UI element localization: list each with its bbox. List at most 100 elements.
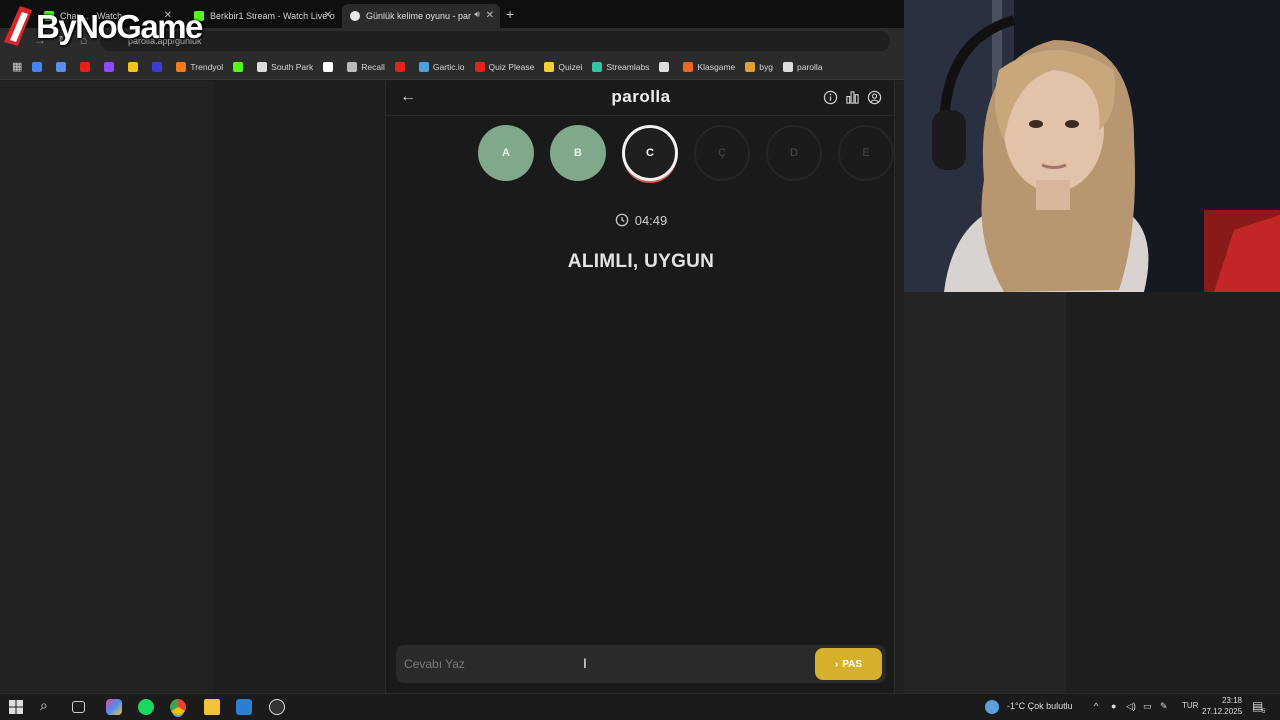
folder-icon — [128, 61, 139, 72]
letter-label: D — [790, 147, 798, 159]
apps-grid-icon[interactable]: ▦ — [8, 57, 26, 77]
twitch-icon — [104, 61, 115, 72]
bookmark-11[interactable] — [391, 57, 413, 77]
close-tab-icon[interactable]: ✕ — [486, 10, 494, 21]
search-icon[interactable]: ⌕ — [40, 697, 56, 713]
bookmark-8[interactable]: South Park — [253, 57, 317, 77]
streamer-webcam-image — [904, 0, 1280, 292]
file-explorer-icon[interactable] — [204, 699, 220, 715]
x-icon — [323, 61, 334, 72]
globe-icon — [659, 61, 670, 72]
network-icon[interactable]: ▭ — [1143, 701, 1152, 712]
bookmark-15[interactable]: Streamlabs — [588, 57, 653, 77]
bookmark-12[interactable]: Gartic.io — [415, 57, 469, 77]
logo-text: ByNoGame — [36, 8, 203, 45]
text-cursor-icon: I — [583, 655, 587, 671]
parolla-icon — [782, 61, 793, 72]
parolla-favicon-icon — [350, 11, 360, 21]
tab-title: Günlük kelime oyunu - par — [366, 11, 472, 21]
letter-label: E — [862, 147, 870, 159]
windows-start-icon[interactable] — [8, 699, 24, 715]
letter-label: A — [502, 147, 510, 159]
pass-button[interactable]: › PAS — [815, 648, 882, 680]
bookmark-18[interactable]: byg — [741, 57, 777, 77]
chevron-up-icon[interactable]: ^ — [1094, 701, 1098, 711]
bookmark-label: Recall — [361, 61, 385, 72]
letter-circle-correct: B — [550, 125, 606, 181]
pen-icon[interactable]: ✎ — [1160, 701, 1168, 712]
profile-icon[interactable] — [867, 90, 882, 105]
task-view-icon[interactable] — [72, 701, 85, 713]
bookmark-5[interactable] — [148, 57, 170, 77]
bookmark-1[interactable] — [52, 57, 74, 77]
bookmark-4[interactable] — [124, 57, 146, 77]
chevron-right-icon: › — [834, 658, 839, 670]
quizei-icon — [544, 61, 555, 72]
header-divider — [386, 115, 896, 116]
new-tab-button[interactable]: + — [506, 6, 514, 22]
google-icon — [32, 61, 43, 72]
bookmark-label: South Park — [271, 61, 314, 72]
clock-time[interactable]: 23:18 — [1206, 696, 1242, 705]
bookmark-label: Trendyol — [190, 61, 224, 72]
bookmark-6[interactable]: Trendyol — [172, 57, 227, 77]
obs-icon[interactable] — [269, 699, 285, 715]
speaker-icon[interactable]: ◁) — [1126, 701, 1136, 712]
clock-icon — [615, 213, 629, 227]
microphone-icon[interactable]: ● — [1111, 701, 1116, 711]
youtube-icon — [474, 61, 485, 72]
bookmark-label: Klasgame — [697, 61, 736, 72]
bookmark-3[interactable] — [100, 57, 122, 77]
close-tab-icon[interactable]: ✕ — [324, 10, 332, 21]
bookmark-19[interactable]: parolla — [779, 57, 827, 77]
tab-title: Berkbir1 Stream - Watch Live o — [210, 11, 335, 21]
right-empty-pane — [904, 292, 1066, 693]
kick-icon — [233, 61, 244, 72]
letter-label: B — [574, 147, 582, 159]
webcam-feed — [904, 0, 1280, 292]
clock-date[interactable]: 27.12.2025 — [1202, 707, 1242, 716]
audio-icon[interactable]: 🔊︎ — [474, 9, 480, 20]
bookmark-10[interactable]: Recall — [343, 57, 389, 77]
translate-icon — [56, 61, 67, 72]
bookmark-14[interactable]: Quizei — [540, 57, 586, 77]
globe-icon — [257, 61, 268, 72]
letter-circle-correct: A — [478, 125, 534, 181]
copilot-icon[interactable] — [106, 699, 122, 715]
browser-tab-3[interactable]: Günlük kelime oyunu - par 🔊︎ ✕ — [342, 4, 500, 28]
letter-circle-current: C — [622, 125, 678, 181]
chrome-icon[interactable] — [170, 699, 186, 715]
language-indicator[interactable]: TUR — [1182, 701, 1198, 710]
outlook-icon[interactable] — [236, 699, 252, 715]
bookmarks-bar: ▦ Trendyol South Park Recall Gartic.io Quiz … — [0, 54, 904, 80]
byg-icon — [745, 61, 756, 72]
right-empty-pane-2 — [1066, 292, 1280, 693]
bookmark-2[interactable] — [76, 57, 98, 77]
youtube-icon — [80, 61, 91, 72]
bookmark-13[interactable]: Quiz Please — [471, 57, 539, 77]
klasgame-icon — [683, 61, 694, 72]
weather-icon[interactable] — [985, 700, 999, 714]
youtube-icon — [394, 61, 405, 72]
spotify-icon[interactable] — [138, 699, 154, 715]
timer-value: 04:49 — [634, 213, 668, 228]
letter-label: C — [646, 147, 654, 159]
bookmark-9[interactable] — [319, 57, 341, 77]
bookmark-17[interactable]: Klasgame — [679, 57, 739, 77]
bynogame-logo: ByNoGame — [0, 4, 225, 48]
answer-input[interactable] — [404, 651, 804, 677]
bookmark-0[interactable] — [28, 57, 50, 77]
left-empty-pane — [0, 81, 213, 693]
weather-text[interactable]: -1°C Çok bulutlu — [1007, 701, 1073, 711]
bynogame-emblem-icon — [4, 6, 32, 46]
bookmark-label: Gartic.io — [432, 61, 465, 72]
bookmark-16[interactable] — [655, 57, 677, 77]
info-icon[interactable] — [823, 90, 838, 105]
scroll-gutter — [895, 81, 904, 693]
bookmark-label: Streamlabs — [606, 61, 650, 72]
timer: 04:49 — [386, 213, 896, 228]
bookmark-7[interactable] — [229, 57, 251, 77]
bookmark-label: Quiz Please — [488, 61, 535, 72]
stats-chart-icon[interactable] — [845, 90, 860, 105]
letter-circle-pending: Ç — [694, 125, 750, 181]
